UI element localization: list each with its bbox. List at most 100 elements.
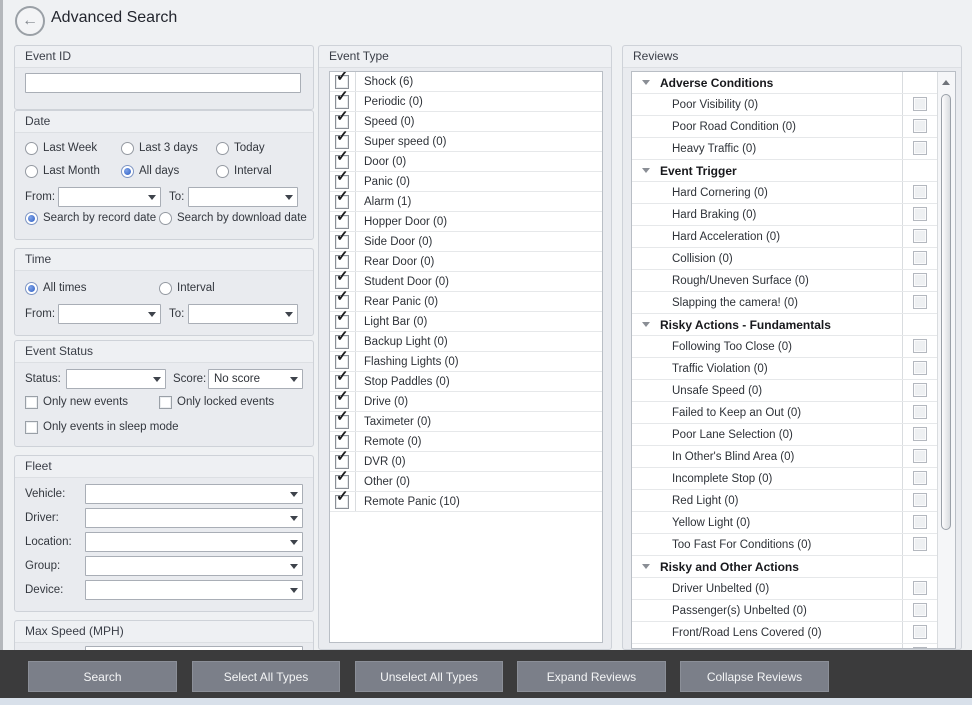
event-type-row[interactable]: ✓Flashing Lights (0) [330,352,602,372]
review-checkbox[interactable] [913,97,927,111]
review-checkbox[interactable] [913,295,927,309]
review-item-row[interactable]: Hard Acceleration (0) [632,226,938,248]
review-item-row[interactable]: Yellow Light (0) [632,512,938,534]
review-group-row[interactable]: Risky and Other Actions [632,556,938,578]
review-checkbox[interactable] [913,339,927,353]
review-item-row[interactable]: Heavy Traffic (0) [632,138,938,160]
review-item-row[interactable]: Passenger(s) Unbelted (0) [632,600,938,622]
event-type-checkbox[interactable]: ✓ [335,355,349,369]
review-checkbox[interactable] [913,427,927,441]
event-type-row[interactable]: ✓Door (0) [330,152,602,172]
review-group-row[interactable]: Risky Actions - Fundamentals [632,314,938,336]
event-type-checkbox[interactable]: ✓ [335,455,349,469]
radio-time-interval[interactable] [159,282,172,295]
review-item-row[interactable]: Slapping the camera! (0) [632,292,938,314]
event-type-checkbox[interactable]: ✓ [335,95,349,109]
event-type-checkbox[interactable]: ✓ [335,335,349,349]
event-type-row[interactable]: ✓Alarm (1) [330,192,602,212]
unselect-all-types-button[interactable]: Unselect All Types [355,661,503,692]
review-checkbox[interactable] [913,383,927,397]
scrollbar-thumb[interactable] [941,94,951,530]
event-type-checkbox[interactable]: ✓ [335,275,349,289]
review-item-row[interactable]: Red Light (0) [632,490,938,512]
radio-all-days[interactable] [121,165,134,178]
review-item-row[interactable]: Following Too Close (0) [632,336,938,358]
review-checkbox[interactable] [913,207,927,221]
event-type-row[interactable]: ✓Speed (0) [330,112,602,132]
event-type-checkbox[interactable]: ✓ [335,375,349,389]
review-item-row[interactable]: Driver Unbelted (0) [632,578,938,600]
event-type-row[interactable]: ✓Hopper Door (0) [330,212,602,232]
fleet-group-dropdown[interactable] [85,556,303,576]
event-type-row[interactable]: ✓Student Door (0) [330,272,602,292]
review-checkbox[interactable] [913,273,927,287]
event-type-row[interactable]: ✓Periodic (0) [330,92,602,112]
review-group-row[interactable]: Event Trigger [632,160,938,182]
only-new-events-checkbox[interactable] [25,396,38,409]
event-type-checkbox[interactable]: ✓ [335,175,349,189]
search-button[interactable]: Search [28,661,177,692]
review-checkbox[interactable] [913,119,927,133]
review-checkbox[interactable] [913,449,927,463]
event-type-row[interactable]: ✓Super speed (0) [330,132,602,152]
review-group-row[interactable]: Adverse Conditions [632,72,938,94]
radio-last-week[interactable] [25,142,38,155]
event-type-row[interactable]: ✓Backup Light (0) [330,332,602,352]
event-type-row[interactable]: ✓Stop Paddles (0) [330,372,602,392]
date-to-dropdown[interactable] [188,187,298,207]
review-checkbox[interactable] [913,229,927,243]
event-type-row[interactable]: ✓Remote (0) [330,432,602,452]
event-type-checkbox[interactable]: ✓ [335,235,349,249]
review-item-row[interactable]: Poor Lane Selection (0) [632,424,938,446]
radio-last-month[interactable] [25,165,38,178]
fleet-device-dropdown[interactable] [85,580,303,600]
event-type-checkbox[interactable]: ✓ [335,195,349,209]
only-sleep-mode-checkbox[interactable] [25,421,38,434]
score-dropdown[interactable]: No score [208,369,303,389]
fleet-vehicle-dropdown[interactable] [85,484,303,504]
event-type-row[interactable]: ✓Rear Panic (0) [330,292,602,312]
radio-today[interactable] [216,142,229,155]
collapse-arrow-icon[interactable] [642,168,650,173]
event-type-checkbox[interactable]: ✓ [335,255,349,269]
review-item-row[interactable]: In Other's Blind Area (0) [632,446,938,468]
expand-reviews-button[interactable]: Expand Reviews [517,661,666,692]
event-type-checkbox[interactable]: ✓ [335,475,349,489]
review-item-row[interactable]: Hard Braking (0) [632,204,938,226]
fleet-driver-dropdown[interactable] [85,508,303,528]
radio-search-by-record-date[interactable] [25,212,38,225]
event-type-row[interactable]: ✓Shock (6) [330,72,602,92]
event-type-checkbox[interactable]: ✓ [335,75,349,89]
event-type-checkbox[interactable]: ✓ [335,435,349,449]
collapse-arrow-icon[interactable] [642,80,650,85]
event-type-row[interactable]: ✓DVR (0) [330,452,602,472]
status-dropdown[interactable] [66,369,166,389]
review-checkbox[interactable] [913,361,927,375]
radio-search-by-download-date[interactable] [159,212,172,225]
review-item-row[interactable]: Collision (0) [632,248,938,270]
radio-date-interval[interactable] [216,165,229,178]
only-locked-events-checkbox[interactable] [159,396,172,409]
time-to-dropdown[interactable] [188,304,298,324]
reviews-scrollbar[interactable] [937,72,955,648]
review-checkbox[interactable] [913,581,927,595]
review-item-row[interactable]: Incomplete Stop (0) [632,468,938,490]
review-item-row[interactable]: Unsafe Speed (0) [632,380,938,402]
time-from-dropdown[interactable] [58,304,161,324]
review-item-row[interactable]: Back/Driver Lens Covered (0) [632,644,938,648]
collapse-reviews-button[interactable]: Collapse Reviews [680,661,829,692]
review-checkbox[interactable] [913,493,927,507]
event-type-checkbox[interactable]: ✓ [335,215,349,229]
collapse-arrow-icon[interactable] [642,322,650,327]
review-item-row[interactable]: Traffic Violation (0) [632,358,938,380]
radio-all-times[interactable] [25,282,38,295]
review-checkbox[interactable] [913,185,927,199]
radio-last-3-days[interactable] [121,142,134,155]
event-type-checkbox[interactable]: ✓ [335,495,349,509]
event-type-row[interactable]: ✓Drive (0) [330,392,602,412]
event-type-checkbox[interactable]: ✓ [335,395,349,409]
review-item-row[interactable]: Rough/Uneven Surface (0) [632,270,938,292]
review-item-row[interactable]: Hard Cornering (0) [632,182,938,204]
review-item-row[interactable]: Too Fast For Conditions (0) [632,534,938,556]
review-checkbox[interactable] [913,625,927,639]
